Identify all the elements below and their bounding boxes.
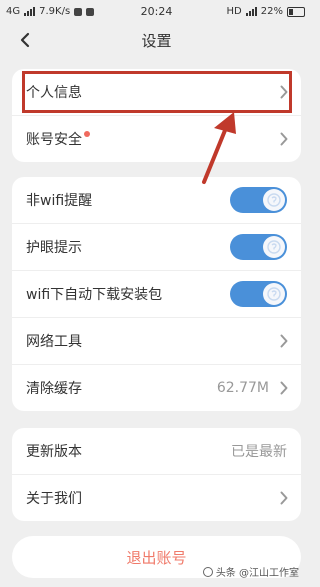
watermark: 头条 @江山工作室: [202, 564, 299, 579]
annotation-arrow-icon: [202, 112, 236, 184]
watermark-text: 头条 @江山工作室: [215, 568, 299, 579]
watermark-logo-icon: [202, 566, 213, 577]
